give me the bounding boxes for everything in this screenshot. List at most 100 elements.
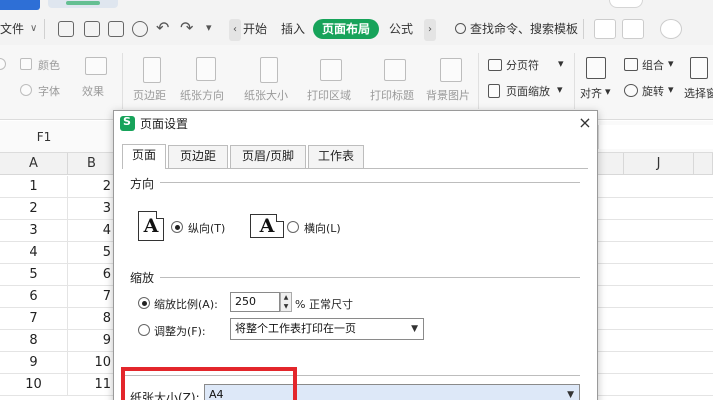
page-zoom-icon[interactable]	[488, 84, 500, 98]
scale-adjust-radio[interactable]	[138, 297, 150, 309]
column-header-b[interactable]: B	[68, 153, 116, 175]
cell-a[interactable]: 7	[0, 308, 68, 330]
cell-a[interactable]: 3	[0, 220, 68, 242]
tab-page[interactable]: 页面	[122, 144, 166, 169]
rotate-icon[interactable]	[624, 84, 638, 97]
cell-b[interactable]: 11	[68, 374, 116, 396]
theme-colors-label[interactable]: 颜色	[38, 57, 60, 73]
margins-icon[interactable]	[143, 57, 161, 83]
cell-b[interactable]: 2	[68, 176, 116, 198]
formula-input[interactable]	[598, 125, 713, 149]
command-search[interactable]: 查找命令、搜索模板	[455, 19, 578, 39]
background-image-icon[interactable]	[440, 58, 462, 82]
fit-option-select[interactable]: 将整个工作表打印在一页 ▼	[230, 318, 424, 340]
font-icon[interactable]	[20, 84, 32, 96]
close-icon[interactable]: ×	[576, 113, 594, 133]
page-zoom-dropdown-arrow[interactable]: ▾	[557, 83, 563, 96]
paper-size-icon[interactable]	[260, 57, 278, 83]
share-icon[interactable]	[594, 19, 616, 39]
print-preview-icon[interactable]	[132, 21, 148, 37]
cell-a[interactable]: 10	[0, 374, 68, 396]
tab-home[interactable]: 开始	[243, 19, 267, 39]
tab-formulas[interactable]: 公式	[389, 19, 413, 39]
group-button[interactable]: 组合	[642, 57, 664, 73]
tabs-scroll-right[interactable]: ›	[424, 19, 436, 41]
orientation-icon[interactable]	[196, 57, 216, 81]
tab-header-footer[interactable]: 页眉/页脚	[230, 145, 306, 168]
print-area-button[interactable]: 打印区域	[307, 87, 351, 103]
cell-b[interactable]: 10	[68, 352, 116, 374]
column-header-j[interactable]: J	[624, 153, 694, 175]
cell-b[interactable]: 7	[68, 286, 116, 308]
cell-b[interactable]: 8	[68, 308, 116, 330]
page-zoom-button[interactable]: 页面缩放	[506, 83, 550, 99]
paper-size-select[interactable]: A4 ▼	[204, 384, 580, 400]
print-icon[interactable]	[108, 21, 124, 37]
cell-b[interactable]: 3	[68, 198, 116, 220]
print-titles-button[interactable]: 打印标题	[370, 87, 414, 103]
redo-icon[interactable]: ↷	[180, 18, 193, 38]
save-icon[interactable]	[58, 21, 74, 37]
column-header-k[interactable]	[694, 153, 713, 175]
cell-a[interactable]: 8	[0, 330, 68, 352]
tabs-scroll-left[interactable]: ‹	[229, 19, 241, 41]
cell-a[interactable]: 2	[0, 198, 68, 220]
dialog-title-bar[interactable]: 页面设置 ×	[114, 111, 597, 137]
align-button[interactable]: 对齐	[580, 85, 602, 101]
scale-fit-label[interactable]: 调整为(F):	[154, 323, 206, 339]
comment-icon[interactable]	[622, 19, 644, 39]
user-button[interactable]	[609, 0, 643, 8]
column-header-a[interactable]: A	[0, 153, 68, 175]
undo-icon[interactable]: ↶	[156, 18, 169, 38]
margins-button[interactable]: 页边距	[133, 87, 166, 103]
theme-effects-label[interactable]: 效果	[82, 83, 104, 99]
cell-a[interactable]: 1	[0, 176, 68, 198]
group-dropdown-arrow[interactable]: ▾	[668, 57, 674, 70]
page-break-button[interactable]: 分页符	[506, 57, 539, 73]
cell-a[interactable]: 4	[0, 242, 68, 264]
cell-a[interactable]: 9	[0, 352, 68, 374]
background-image-button[interactable]: 背景图片	[426, 87, 470, 103]
customize-quick-access-icon[interactable]: ▾	[206, 18, 212, 38]
scale-stepper[interactable]: ▲ ▼	[280, 292, 292, 312]
selection-pane-icon[interactable]	[690, 57, 708, 79]
selection-pane-button[interactable]: 选择窗	[684, 85, 713, 101]
file-menu[interactable]: 文件	[0, 19, 24, 39]
paper-size-button[interactable]: 纸张大小	[244, 87, 288, 103]
rotate-button[interactable]: 旋转	[642, 83, 664, 99]
theme-font-label[interactable]: 字体	[38, 83, 60, 99]
portrait-label[interactable]: 纵向(T)	[188, 220, 225, 236]
align-icon[interactable]	[586, 57, 606, 79]
print-area-icon[interactable]	[320, 59, 342, 81]
page-break-icon[interactable]	[488, 59, 502, 71]
document-tab[interactable]	[48, 0, 118, 8]
cell-a[interactable]: 5	[0, 264, 68, 286]
paper-size-label[interactable]: 纸张大小(Z):	[130, 389, 200, 400]
name-box[interactable]: F1	[0, 125, 88, 149]
cell-b[interactable]: 5	[68, 242, 116, 264]
scale-adjust-label[interactable]: 缩放比例(A):	[154, 296, 218, 312]
file-menu-arrow[interactable]: ∨	[30, 19, 37, 39]
cell-b[interactable]: 4	[68, 220, 116, 242]
group-icon[interactable]	[624, 58, 638, 71]
landscape-radio[interactable]	[287, 221, 299, 233]
tab-insert[interactable]: 插入	[281, 19, 305, 39]
theme-icon[interactable]	[0, 58, 6, 70]
portrait-radio[interactable]	[171, 221, 183, 233]
scale-percent-input[interactable]: 250	[230, 292, 280, 312]
tab-margins[interactable]: 页边距	[168, 145, 228, 168]
cell-a[interactable]: 6	[0, 286, 68, 308]
help-icon[interactable]	[660, 19, 682, 39]
app-logo[interactable]	[0, 0, 40, 10]
align-dropdown-arrow[interactable]: ▾	[605, 85, 611, 98]
cell-b[interactable]: 6	[68, 264, 116, 286]
print-titles-icon[interactable]	[384, 59, 406, 81]
font-color-icon[interactable]	[20, 58, 32, 70]
effects-preview-icon[interactable]	[85, 57, 107, 75]
scale-fit-radio[interactable]	[138, 324, 150, 336]
tab-page-layout[interactable]: 页面布局	[313, 19, 379, 39]
orientation-button[interactable]: 纸张方向	[180, 87, 224, 103]
cell-b[interactable]: 9	[68, 330, 116, 352]
landscape-label[interactable]: 横向(L)	[304, 220, 341, 236]
export-pdf-icon[interactable]	[84, 21, 100, 37]
